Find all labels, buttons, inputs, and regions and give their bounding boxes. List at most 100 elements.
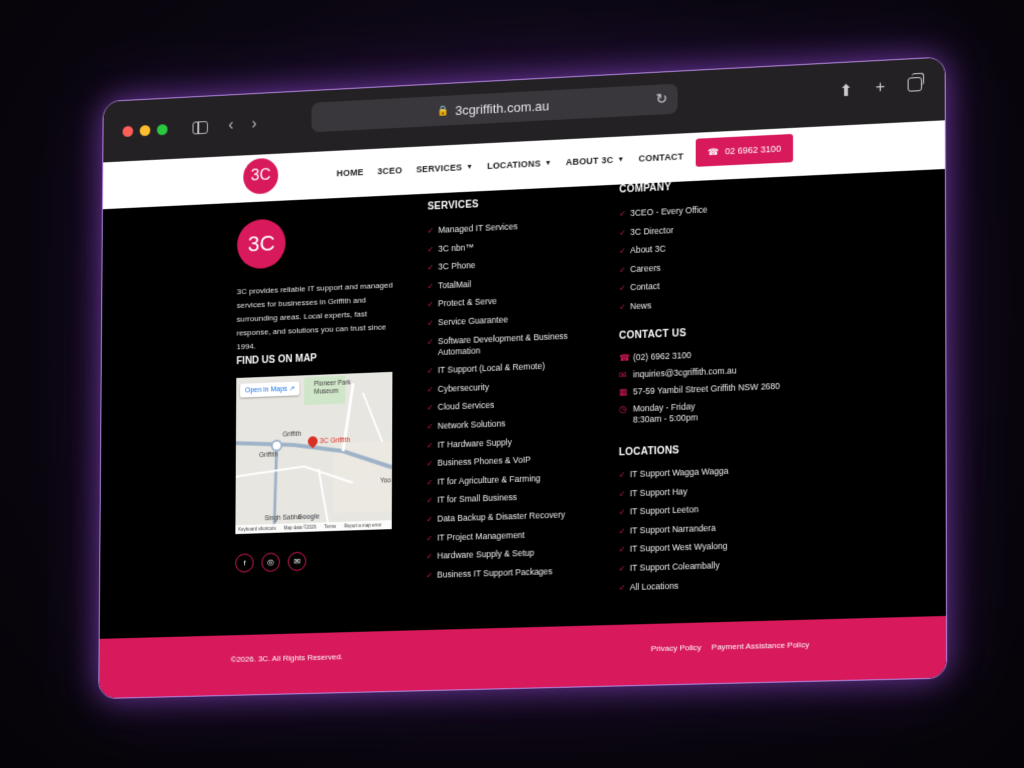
services-item[interactable]: ✓ TotalMail (427, 274, 586, 292)
locations-item[interactable]: ✓ IT Support Narrandera (619, 519, 822, 537)
services-item-label: IT for Small Business (437, 492, 517, 505)
locations-item[interactable]: ✓ IT Support Leeton (619, 500, 822, 518)
header-logo[interactable]: 3C (243, 157, 279, 195)
about-text: 3C provides reliable IT support and mana… (236, 280, 393, 352)
services-item[interactable]: ✓ IT Support (Local & Remote) (427, 359, 586, 376)
contact-phone[interactable]: ☎ (02) 6962 3100 (619, 344, 832, 364)
services-item[interactable]: ✓ IT for Small Business (426, 490, 585, 506)
services-title: SERVICES (427, 199, 479, 213)
services-item-label: Cybersecurity (437, 381, 490, 394)
map-keyboard-shortcuts[interactable]: Keyboard shortcuts (238, 526, 276, 532)
maximize-window-button[interactable] (156, 123, 168, 135)
map-label-singh: Singh Sabha (264, 514, 301, 523)
company-item[interactable]: ✓ About 3C (619, 237, 822, 257)
email-icon[interactable]: ✉ (287, 551, 307, 572)
check-icon: ✓ (619, 302, 626, 312)
contact-address[interactable]: ▦ 57-59 Yambil Street Griffith NSW 2680 (619, 379, 832, 398)
instagram-icon[interactable]: ◎ (261, 552, 280, 572)
locations-list: ✓ IT Support Wagga Wagga ✓ IT Support Hay … (619, 463, 822, 601)
services-item-label: Business IT Support Packages (436, 565, 553, 580)
reload-icon[interactable]: ↻ (656, 90, 668, 108)
services-item[interactable]: ✓ IT Hardware Supply (427, 434, 586, 451)
map-pin-label: 3C Griffith (319, 436, 351, 446)
check-icon: ✓ (619, 246, 626, 256)
phone-icon: ☎ (707, 146, 720, 157)
services-item[interactable]: ✓ Managed IT Services (427, 218, 586, 236)
address-bar[interactable]: 🔒 3cgriffith.com.au ↻ (311, 83, 678, 133)
nav-3ceo[interactable]: 3CEO (377, 165, 402, 176)
services-item[interactable]: ✓ Cloud Services (427, 397, 586, 414)
map-terms-link[interactable]: Terms (324, 524, 336, 529)
map-label-griffith: Griffith (282, 430, 302, 439)
close-window-button[interactable] (122, 125, 134, 137)
google-map[interactable]: Open in Maps ↗ Pioneer Park Museum Griff… (235, 371, 393, 535)
services-item[interactable]: ✓ IT for Agriculture & Farming (426, 471, 585, 487)
stage: ‹ › 🔒 3cgriffith.com.au ↻ ⬆ + 3C HOME 3C… (0, 0, 1024, 768)
email-icon: ✉ (618, 369, 627, 380)
locations-item[interactable]: ✓ All Locations (619, 576, 822, 593)
check-icon: ✓ (619, 283, 626, 294)
services-item[interactable]: ✓ Data Backup & Disaster Recovery (426, 509, 585, 525)
forward-icon[interactable]: › (246, 115, 262, 133)
share-icon[interactable]: ⬆ (839, 80, 853, 101)
check-icon: ✓ (618, 582, 626, 593)
call-button[interactable]: ☎ 02 6962 3100 (695, 133, 794, 167)
open-in-maps-label: Open in Maps (244, 385, 288, 395)
chevron-down-icon: ▼ (466, 163, 474, 171)
services-item[interactable]: ✓ 3C Phone (427, 255, 586, 273)
nav-contact[interactable]: CONTACT (639, 151, 684, 163)
company-item[interactable]: ✓ Contact (619, 274, 822, 294)
contact-email-text: inquiries@3cgriffith.com.au (633, 365, 737, 380)
services-item[interactable]: ✓ Business Phones & VoIP (427, 453, 586, 470)
check-icon: ✓ (427, 299, 434, 310)
company-item-label: 3C Director (630, 224, 674, 237)
services-item[interactable]: ✓ Hardware Supply & Setup (426, 546, 585, 562)
nav-locations[interactable]: LOCATIONS ▼ (487, 158, 552, 171)
privacy-policy-link[interactable]: Privacy Policy (651, 643, 701, 653)
services-item[interactable]: ✓ Cybersecurity (427, 378, 586, 395)
facebook-icon[interactable]: f (235, 553, 254, 573)
company-item[interactable]: ✓ News (619, 293, 822, 313)
company-item[interactable]: ✓ 3C Director (619, 218, 821, 238)
locations-item[interactable]: ✓ IT Support Wagga Wagga (619, 463, 822, 481)
services-item-label: Business Phones & VoIP (437, 454, 531, 468)
tabs-icon[interactable] (907, 76, 923, 92)
locations-item[interactable]: ✓ IT Support Coleambally (619, 557, 822, 574)
company-item[interactable]: ✓ Careers (619, 255, 822, 275)
map-report-error-link[interactable]: Report a map error (344, 522, 381, 528)
check-icon: ✓ (426, 551, 433, 562)
nav-services[interactable]: SERVICES ▼ (416, 162, 474, 174)
nav-home[interactable]: HOME (337, 167, 364, 178)
back-icon[interactable]: ‹ (223, 116, 239, 134)
services-item[interactable]: ✓ 3C nbn™ (427, 237, 586, 255)
services-item[interactable]: ✓ Network Solutions (427, 415, 586, 432)
check-icon: ✓ (618, 545, 626, 555)
check-icon: ✓ (426, 366, 434, 376)
check-icon: ✓ (426, 570, 433, 580)
new-tab-icon[interactable]: + (875, 79, 885, 100)
map-title: FIND US ON MAP (236, 353, 317, 368)
policy-links: Privacy Policy Payment Assistance Policy (651, 640, 809, 653)
check-icon: ✓ (426, 459, 434, 469)
services-item[interactable]: ✓ Business IT Support Packages (426, 565, 585, 581)
contact-email[interactable]: ✉ inquiries@3cgriffith.com.au (619, 362, 832, 381)
locations-item-label: IT Support Coleambally (629, 560, 720, 573)
check-icon: ✓ (618, 563, 626, 574)
payment-assistance-link[interactable]: Payment Assistance Policy (711, 640, 809, 652)
contact-hours: ◷ Monday - Friday 8:30am - 5:00pm (619, 396, 832, 426)
services-item[interactable]: ✓ Protect & Serve (427, 292, 586, 310)
locations-item[interactable]: ✓ IT Support Hay (619, 481, 822, 499)
locations-item[interactable]: ✓ IT Support West Wyalong (619, 538, 822, 555)
services-item[interactable]: ✓ Software Development & Business Automat… (427, 330, 586, 358)
check-icon: ✓ (427, 226, 435, 236)
open-in-maps-button[interactable]: Open in Maps ↗ (240, 381, 300, 398)
check-icon: ✓ (427, 318, 434, 328)
check-icon: ✓ (426, 384, 434, 395)
nav-about[interactable]: ABOUT 3C ▼ (566, 154, 625, 167)
sidebar-icon[interactable] (192, 120, 208, 134)
services-item[interactable]: ✓ Service Guarantee (427, 311, 586, 329)
company-item[interactable]: ✓ 3CEO - Every Office (619, 199, 821, 219)
minimize-window-button[interactable] (139, 124, 151, 136)
services-item[interactable]: ✓ IT Project Management (426, 527, 585, 543)
services-item-label: TotalMail (438, 278, 472, 291)
